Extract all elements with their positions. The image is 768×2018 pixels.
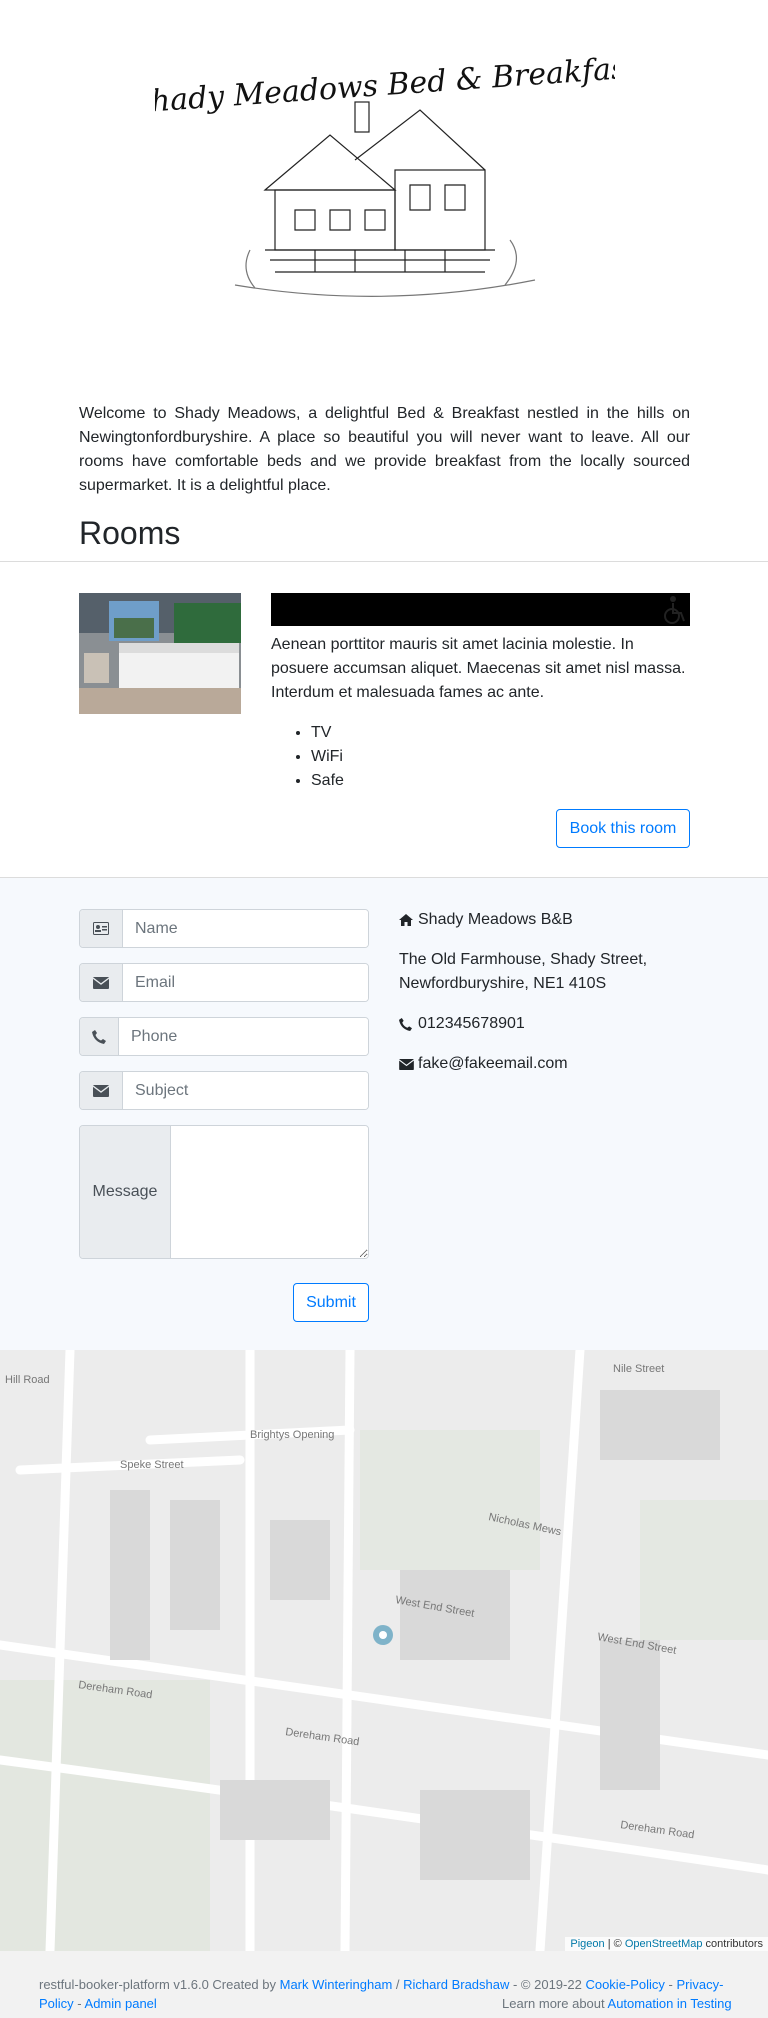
feature-item: Safe xyxy=(311,769,344,793)
logo-text: Shady Meadows Bed & Breakfast xyxy=(155,50,615,120)
email-input-group xyxy=(79,963,369,1002)
hero: Shady Meadows Bed & Breakfast Welcome to… xyxy=(0,0,768,562)
home-icon xyxy=(399,908,418,932)
author-link-mark[interactable]: Mark Winteringham xyxy=(280,1977,393,1992)
map-tiles: Hill Road Nile Street Brightys Opening S… xyxy=(0,1350,768,1951)
privacy-policy-link-continued[interactable]: Policy xyxy=(39,1996,74,2011)
map-label-street: Hill Road xyxy=(5,1374,50,1386)
envelope-icon xyxy=(399,1052,418,1076)
wheelchair-icon xyxy=(664,596,685,624)
privacy-policy-link[interactable]: Privacy- xyxy=(677,1977,724,1992)
footer-learn-more: Learn more about Automation in Testing xyxy=(502,1994,732,2013)
footer-version: restful-booker-platform v1.6.0 Created b… xyxy=(39,1977,280,1992)
book-room-button[interactable]: Book this room xyxy=(556,809,690,848)
envelope-icon xyxy=(80,1072,123,1109)
name-input-group xyxy=(79,909,369,948)
openstreetmap-link[interactable]: OpenStreetMap xyxy=(625,1938,703,1950)
business-name-line: Shady Meadows B&B xyxy=(399,908,573,932)
map-attribution: Pigeon | © OpenStreetMap contributors xyxy=(565,1937,768,1951)
intro-text: Welcome to Shady Meadows, a delightful B… xyxy=(79,405,690,494)
room-title xyxy=(271,593,690,626)
rooms-heading: Rooms xyxy=(79,515,181,551)
phone-icon xyxy=(399,1012,418,1036)
email-address: fake@fakeemail.com xyxy=(418,1055,568,1072)
footer-copyright: - © 2019-22 xyxy=(509,1977,586,1992)
address-line-1: The Old Farmhouse, Shady Street, xyxy=(399,951,648,968)
phone-line: 012345678901 xyxy=(399,1012,525,1036)
phone-input-group xyxy=(79,1017,369,1056)
id-card-icon xyxy=(80,910,123,947)
attribution-suffix: contributors xyxy=(702,1938,763,1950)
footer: restful-booker-platform v1.6.0 Created b… xyxy=(0,1951,768,2018)
room-image xyxy=(79,593,241,714)
room-description: Aenean porttitor mauris sit amet lacinia… xyxy=(271,636,686,701)
business-name: Shady Meadows B&B xyxy=(418,911,573,928)
room-features: TV WiFi Safe xyxy=(271,721,344,793)
location-map[interactable]: Hill Road Nile Street Brightys Opening S… xyxy=(0,1350,768,1951)
feature-item: TV xyxy=(311,721,344,745)
subject-input-group xyxy=(79,1071,369,1110)
map-label-street: Brightys Opening xyxy=(250,1429,334,1441)
bnb-logo: Shady Meadows Bed & Breakfast xyxy=(155,50,615,297)
learn-more-text: Learn more about xyxy=(502,1996,608,2011)
phone-icon xyxy=(80,1018,119,1055)
contact-section xyxy=(0,878,768,1350)
message-textarea[interactable] xyxy=(171,1126,368,1258)
phone-input[interactable] xyxy=(119,1018,368,1055)
email-input[interactable] xyxy=(123,964,368,1001)
author-link-richard[interactable]: Richard Bradshaw xyxy=(403,1977,509,1992)
map-label-street: Nile Street xyxy=(613,1363,664,1375)
message-label: Message xyxy=(80,1126,171,1258)
cookie-policy-link[interactable]: Cookie-Policy xyxy=(585,1977,664,1992)
subject-input[interactable] xyxy=(123,1072,368,1109)
map-label-street: Speke Street xyxy=(120,1459,184,1471)
name-input[interactable] xyxy=(123,910,368,947)
footer-dash: - xyxy=(664,1977,677,1992)
submit-button[interactable]: Submit xyxy=(293,1283,369,1322)
footer-sep: / xyxy=(392,1977,404,1992)
envelope-icon xyxy=(80,964,123,1001)
footer-line-2: Policy - Admin panel xyxy=(39,1994,157,2013)
message-input-group: Message xyxy=(79,1125,369,1259)
automation-in-testing-link[interactable]: Automation in Testing xyxy=(608,1996,732,2011)
phone-number: 012345678901 xyxy=(418,1015,525,1032)
admin-panel-link[interactable]: Admin panel xyxy=(85,1996,157,2011)
attribution-separator: | © xyxy=(604,1938,625,1950)
address-line-2: Newfordburyshire, NE1 410S xyxy=(399,975,607,992)
email-line: fake@fakeemail.com xyxy=(399,1052,568,1076)
footer-dash: - xyxy=(73,1996,85,2011)
divider xyxy=(0,561,768,562)
footer-line-1: restful-booker-platform v1.6.0 Created b… xyxy=(39,1975,723,1994)
feature-item: WiFi xyxy=(311,745,344,769)
pigeon-link[interactable]: Pigeon xyxy=(570,1938,604,1950)
